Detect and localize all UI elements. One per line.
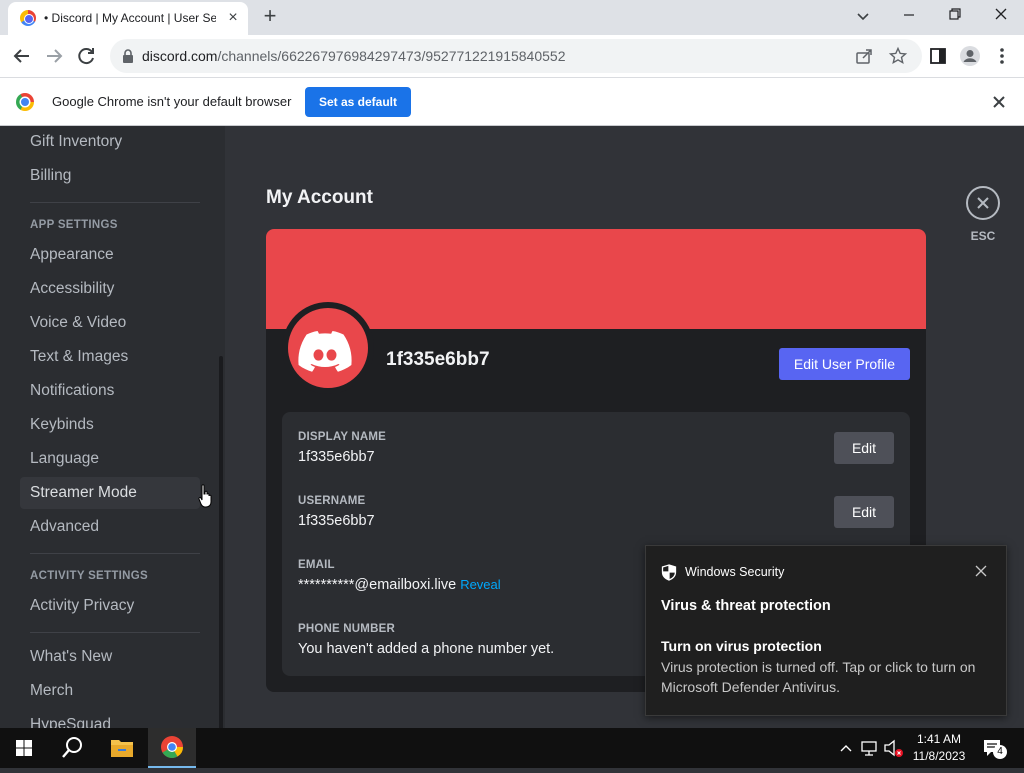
sidebar-item-keybinds[interactable]: Keybinds xyxy=(20,409,200,441)
toast-app-name: Windows Security xyxy=(685,565,785,579)
url-path: /channels/662267976984297473/95277122191… xyxy=(217,48,566,64)
default-browser-infobar: Google Chrome isn't your default browser… xyxy=(0,77,1024,126)
tab-search-icon[interactable] xyxy=(852,7,874,27)
restore-icon[interactable] xyxy=(932,0,978,32)
esc-label: ESC xyxy=(970,229,996,243)
reload-icon[interactable] xyxy=(72,42,100,70)
infobar-close-icon[interactable] xyxy=(990,93,1008,111)
network-icon[interactable] xyxy=(858,728,880,768)
sidebar-divider xyxy=(30,632,200,633)
browser-tab-strip: • Discord | My Account | User Se × + xyxy=(0,0,1024,35)
email-label: EMAIL xyxy=(298,559,335,571)
sidebar-item-notifications[interactable]: Notifications xyxy=(20,375,200,407)
sidebar-scrollbar[interactable] xyxy=(219,356,223,728)
lock-icon[interactable] xyxy=(122,49,134,63)
avatar[interactable] xyxy=(282,302,374,394)
sidebar-item-accessibility[interactable]: Accessibility xyxy=(20,273,200,305)
chevron-up-icon[interactable] xyxy=(836,728,856,768)
back-arrow-icon[interactable] xyxy=(8,42,36,70)
app-settings-header: APP SETTINGS xyxy=(30,219,118,231)
chrome-taskbar-icon[interactable] xyxy=(148,728,196,768)
url-domain: discord.com xyxy=(142,48,218,64)
sidebar-item-merch[interactable]: Merch xyxy=(20,675,200,707)
display-name-value: 1f335e6bb7 xyxy=(298,449,375,465)
close-settings-button[interactable] xyxy=(966,186,1000,220)
share-icon[interactable] xyxy=(854,46,874,66)
phone-value: You haven't added a phone number yet. xyxy=(298,641,555,657)
avatar-image xyxy=(288,308,368,388)
chrome-logo-icon xyxy=(16,93,34,111)
reveal-email-link[interactable]: Reveal xyxy=(460,577,500,592)
edit-user-profile-button[interactable]: Edit User Profile xyxy=(779,348,910,380)
sidebar-item-hypesquad[interactable]: HypeSquad xyxy=(20,709,200,728)
infobar-message: Google Chrome isn't your default browser xyxy=(52,94,292,109)
sidebar-item-gift-inventory[interactable]: Gift Inventory xyxy=(20,126,200,158)
sidebar-item-voice-video[interactable]: Voice & Video xyxy=(20,307,200,339)
toast-close-icon[interactable] xyxy=(974,564,988,578)
sidebar-divider xyxy=(30,202,200,203)
windows-security-notification[interactable]: Windows Security Virus & threat protecti… xyxy=(645,545,1007,716)
url-text: discord.com/channels/662267976984297473/… xyxy=(142,48,565,64)
browser-tab[interactable]: • Discord | My Account | User Se × xyxy=(8,2,248,35)
page-title: My Account xyxy=(266,187,373,208)
settings-sidebar: Gift Inventory Billing APP SETTINGS Appe… xyxy=(0,126,225,728)
email-value: **********@emailboxi.live xyxy=(298,577,457,593)
sidebar-item-appearance[interactable]: Appearance xyxy=(20,239,200,271)
discord-logo-icon xyxy=(298,331,352,372)
hand-cursor-icon xyxy=(198,484,214,508)
discord-favicon-icon xyxy=(20,10,36,26)
sidebar-item-streamer-mode[interactable]: Streamer Mode xyxy=(20,477,200,509)
close-icon xyxy=(977,197,989,209)
username-value: 1f335e6bb7 xyxy=(298,513,375,529)
toast-subheading: Turn on virus protection xyxy=(661,638,822,654)
sidebar-item-text-images[interactable]: Text & Images xyxy=(20,341,200,373)
file-explorer-icon[interactable] xyxy=(98,728,146,768)
activity-settings-header: ACTIVITY SETTINGS xyxy=(30,570,148,582)
toast-heading: Virus & threat protection xyxy=(661,598,831,614)
profile-avatar-icon[interactable] xyxy=(956,42,984,70)
shield-icon xyxy=(661,564,677,581)
side-panel-icon[interactable] xyxy=(924,42,952,70)
profile-username: 1f335e6bb7 xyxy=(386,349,490,370)
email-row: **********@emailboxi.live Reveal xyxy=(298,577,501,593)
set-as-default-button[interactable]: Set as default xyxy=(305,87,411,117)
clock-time[interactable]: 1:41 AM xyxy=(906,732,972,746)
windows-start-icon[interactable] xyxy=(0,728,48,768)
notification-count-badge: 4 xyxy=(993,745,1007,759)
phone-label: PHONE NUMBER xyxy=(298,623,395,635)
display-name-label: DISPLAY NAME xyxy=(298,431,387,443)
edit-username-button[interactable]: Edit xyxy=(834,496,894,528)
chrome-menu-icon[interactable] xyxy=(988,42,1016,70)
forward-arrow-icon[interactable] xyxy=(40,42,68,70)
username-label: USERNAME xyxy=(298,495,366,507)
volume-muted-icon[interactable] xyxy=(882,728,904,768)
sidebar-item-activity-privacy[interactable]: Activity Privacy xyxy=(20,590,200,622)
toast-body: Virus protection is turned off. Tap or c… xyxy=(661,659,976,695)
minimize-icon[interactable] xyxy=(886,0,932,32)
bookmark-star-icon[interactable] xyxy=(888,46,908,66)
sidebar-item-billing[interactable]: Billing xyxy=(20,160,200,192)
window-close-icon[interactable] xyxy=(978,0,1024,32)
tab-title: • Discord | My Account | User Se xyxy=(44,11,216,25)
new-tab-icon[interactable]: + xyxy=(258,5,282,29)
tab-close-icon[interactable]: × xyxy=(224,9,242,27)
sidebar-item-whats-new[interactable]: What's New xyxy=(20,641,200,673)
browser-toolbar: discord.com/channels/662267976984297473/… xyxy=(0,35,1024,77)
sidebar-item-advanced[interactable]: Advanced xyxy=(20,511,200,543)
clock-date[interactable]: 11/8/2023 xyxy=(906,749,972,763)
edit-display-name-button[interactable]: Edit xyxy=(834,432,894,464)
sidebar-divider xyxy=(30,553,200,554)
address-bar[interactable]: discord.com/channels/662267976984297473/… xyxy=(110,39,922,73)
search-icon[interactable] xyxy=(48,728,96,768)
windows-taskbar: 1:41 AM 11/8/2023 4 xyxy=(0,728,1024,768)
sidebar-item-language[interactable]: Language xyxy=(20,443,200,475)
